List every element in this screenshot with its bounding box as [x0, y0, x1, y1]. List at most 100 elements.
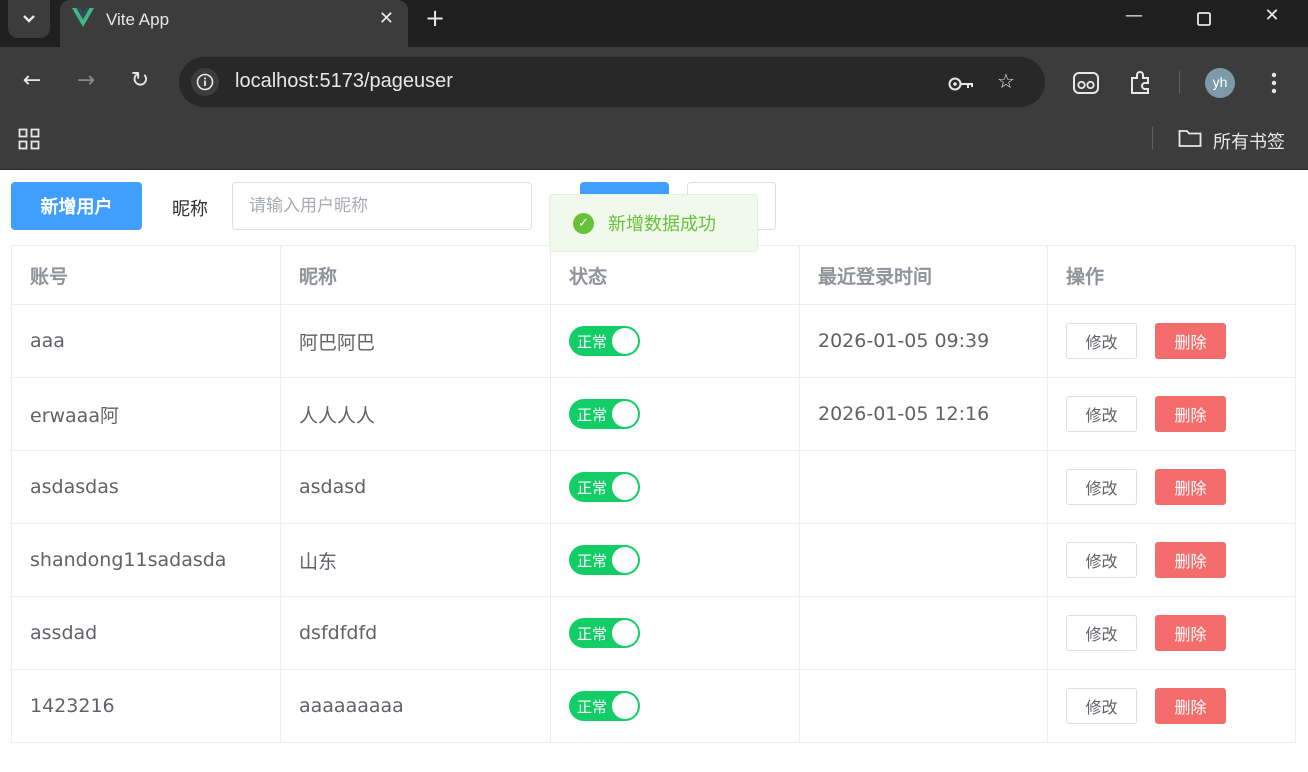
user-table: 账号 昵称 状态 最近登录时间 操作 aaa 阿巴阿巴 正常 2026-01-0… [11, 245, 1296, 743]
delete-button[interactable]: 删除 [1155, 323, 1226, 359]
account-cell: shandong11sadasda [11, 523, 281, 597]
status-switch[interactable]: 正常 [569, 545, 640, 575]
edit-button[interactable]: 修改 [1066, 469, 1137, 505]
status-switch[interactable]: 正常 [569, 618, 640, 648]
back-icon[interactable]: ← [18, 67, 46, 95]
edit-button[interactable]: 修改 [1066, 323, 1137, 359]
bookmark-star-icon[interactable]: ☆ [997, 69, 1015, 93]
tab-close-icon[interactable]: ✕ [379, 8, 394, 29]
tab-search-button[interactable] [8, 0, 50, 38]
bookmark-divider [1152, 127, 1153, 149]
account-cell: asdasdas [11, 450, 281, 524]
status-switch-label: 正常 [577, 406, 608, 424]
tab-title: Vite App [106, 10, 170, 29]
address-bar[interactable]: localhost:5173/pageuser ☆ [179, 57, 1045, 107]
status-switch-label: 正常 [577, 698, 608, 716]
reload-icon[interactable]: ↻ [126, 67, 154, 95]
status-switch[interactable]: 正常 [569, 399, 640, 429]
switch-knob [612, 693, 638, 719]
edit-button[interactable]: 修改 [1066, 396, 1137, 432]
nickname-cell: asdasd [280, 450, 551, 524]
all-bookmarks-link[interactable]: 所有书签 [1213, 128, 1285, 154]
folder-icon [1178, 128, 1202, 152]
table-row: shandong11sadasda 山东 正常 修改 删除 [11, 523, 1296, 597]
browser-tab[interactable]: Vite App ✕ [60, 0, 408, 47]
account-cell: erwaaa阿 [11, 377, 281, 451]
last-login-cell [799, 450, 1048, 524]
apps-grid-icon[interactable] [18, 128, 40, 154]
edit-button[interactable]: 修改 [1066, 542, 1137, 578]
table-row: aaa 阿巴阿巴 正常 2026-01-05 09:39 修改 删除 [11, 304, 1296, 378]
nickname-search-input[interactable] [232, 182, 532, 230]
extensions-icon[interactable] [1127, 70, 1153, 100]
page-content: 新增用户 昵称 ✓ 新增数据成功 账号 昵称 状态 最近登录时间 操作 aaa … [0, 170, 1308, 772]
actions-cell: 修改 删除 [1047, 596, 1296, 670]
switch-knob [612, 474, 638, 500]
last-login-cell [799, 669, 1048, 743]
table-row: asdasdas asdasd 正常 修改 删除 [11, 450, 1296, 524]
switch-knob [612, 620, 638, 646]
nickname-cell: 山东 [280, 523, 551, 597]
status-cell: 正常 [550, 523, 800, 597]
status-switch[interactable]: 正常 [569, 472, 640, 502]
key-icon[interactable] [947, 73, 975, 97]
site-info-icon[interactable] [191, 68, 219, 96]
last-login-cell: 2026-01-05 12:16 [799, 377, 1048, 451]
header-status: 状态 [550, 245, 800, 305]
delete-button[interactable]: 删除 [1155, 396, 1226, 432]
status-switch[interactable]: 正常 [569, 691, 640, 721]
table-row: assdad dsfdfdfd 正常 修改 删除 [11, 596, 1296, 670]
profile-avatar[interactable]: yh [1205, 68, 1235, 98]
account-cell: assdad [11, 596, 281, 670]
status-switch[interactable]: 正常 [569, 326, 640, 356]
reading-mode-icon[interactable] [1072, 71, 1100, 99]
edit-button[interactable]: 修改 [1066, 688, 1137, 724]
switch-knob [612, 401, 638, 427]
browser-tab-bar: Vite App ✕ + — ✕ [0, 0, 1308, 47]
actions-cell: 修改 删除 [1047, 450, 1296, 524]
toast-message: 新增数据成功 [608, 214, 716, 235]
header-last-login: 最近登录时间 [799, 245, 1048, 305]
nickname-cell: aaaaaaaaa [280, 669, 551, 743]
edit-button[interactable]: 修改 [1066, 615, 1137, 651]
bookmark-bar: 所有书签 [0, 119, 1308, 170]
delete-button[interactable]: 删除 [1155, 615, 1226, 651]
nickname-cell: 人人人人 [280, 377, 551, 451]
success-toast: ✓ 新增数据成功 [549, 194, 758, 252]
forward-icon[interactable]: → [72, 67, 100, 95]
chevron-down-icon [23, 15, 35, 23]
delete-button[interactable]: 删除 [1155, 469, 1226, 505]
table-row: erwaaa阿 人人人人 正常 2026-01-05 12:16 修改 删除 [11, 377, 1296, 451]
table-header-row: 账号 昵称 状态 最近登录时间 操作 [11, 245, 1296, 305]
last-login-cell: 2026-01-05 09:39 [799, 304, 1048, 378]
more-menu-icon[interactable] [1270, 71, 1278, 99]
delete-button[interactable]: 删除 [1155, 542, 1226, 578]
header-actions: 操作 [1047, 245, 1296, 305]
toolbar-divider [1179, 71, 1180, 93]
switch-knob [612, 547, 638, 573]
nickname-filter-label: 昵称 [172, 199, 208, 220]
minimize-icon[interactable]: — [1114, 5, 1154, 26]
actions-cell: 修改 删除 [1047, 669, 1296, 743]
status-cell: 正常 [550, 596, 800, 670]
switch-knob [612, 328, 638, 354]
check-circle-icon: ✓ [573, 212, 594, 234]
actions-cell: 修改 删除 [1047, 304, 1296, 378]
status-cell: 正常 [550, 450, 800, 524]
maximize-icon[interactable] [1184, 11, 1224, 32]
status-cell: 正常 [550, 377, 800, 451]
actions-cell: 修改 删除 [1047, 523, 1296, 597]
close-window-icon[interactable]: ✕ [1252, 5, 1292, 26]
url-text: localhost:5173/pageuser [235, 70, 453, 92]
status-cell: 正常 [550, 669, 800, 743]
status-cell: 正常 [550, 304, 800, 378]
account-cell: 1423216 [11, 669, 281, 743]
delete-button[interactable]: 删除 [1155, 688, 1226, 724]
new-tab-icon[interactable]: + [425, 4, 445, 32]
status-switch-label: 正常 [577, 552, 608, 570]
add-user-button[interactable]: 新增用户 [11, 182, 142, 230]
vue-logo-icon [72, 8, 94, 27]
header-nickname: 昵称 [280, 245, 551, 305]
nickname-cell: dsfdfdfd [280, 596, 551, 670]
status-switch-label: 正常 [577, 333, 608, 351]
